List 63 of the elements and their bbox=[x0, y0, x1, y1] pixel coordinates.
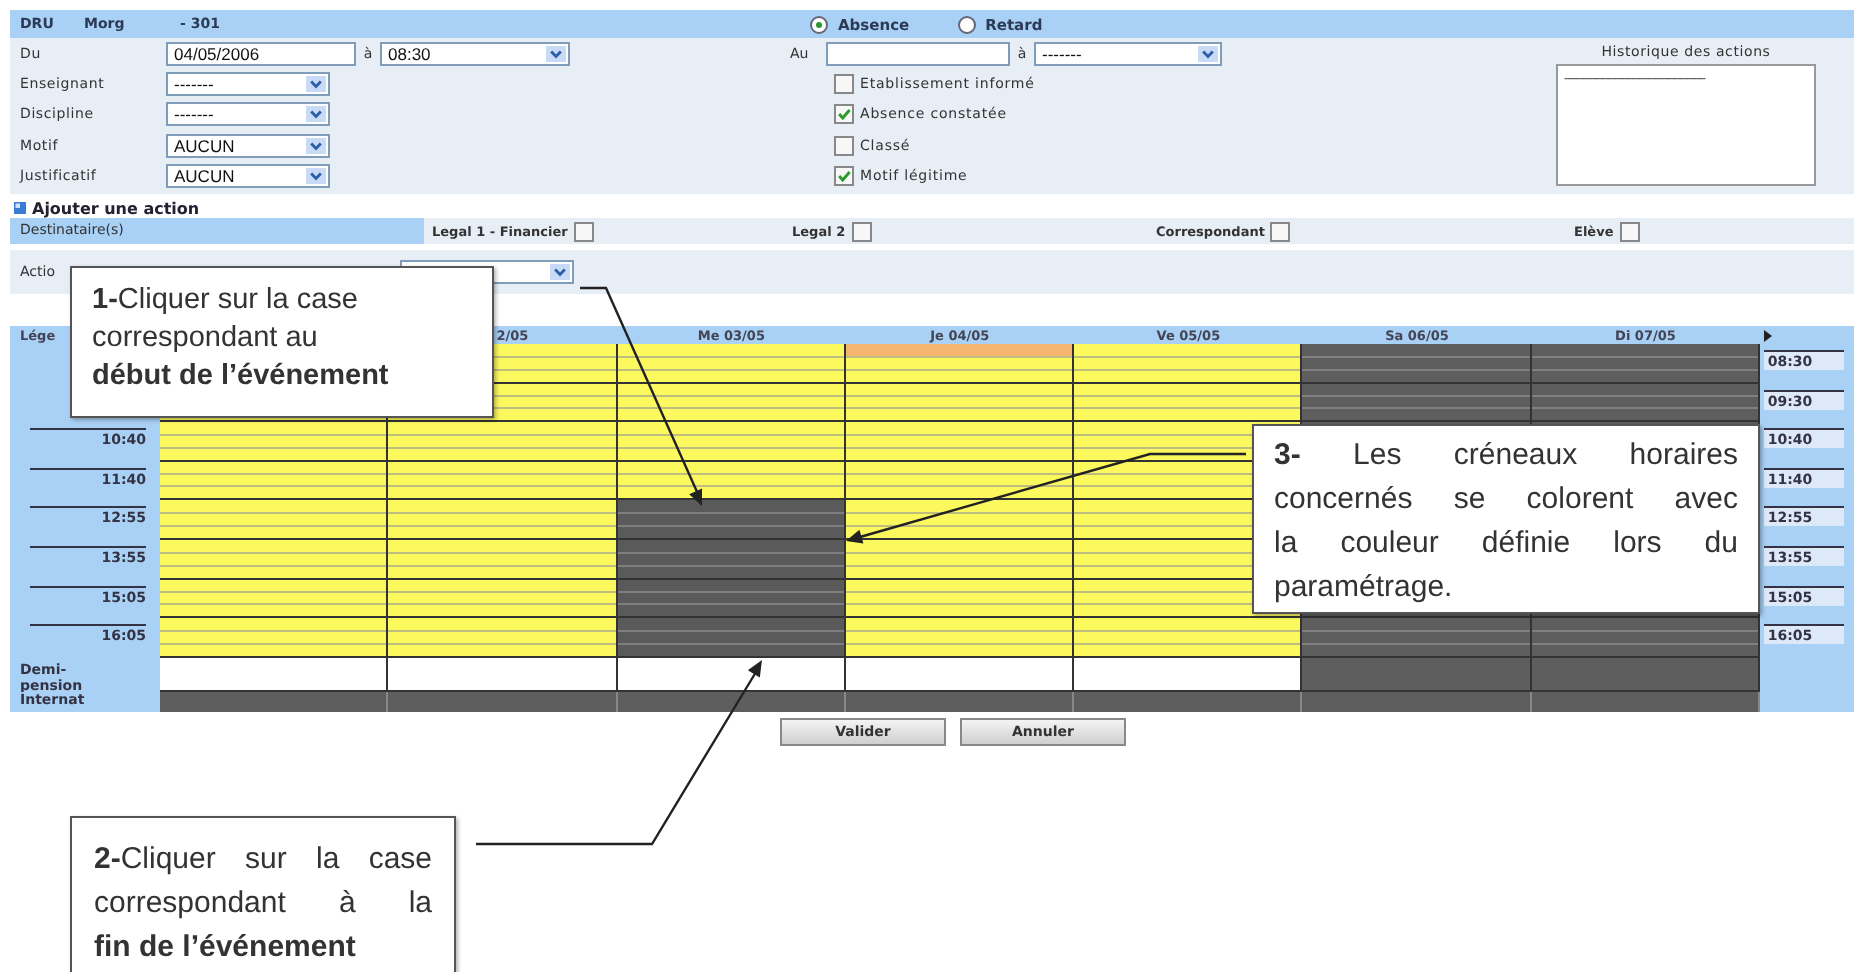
time-dropdown[interactable]: 08:30 bbox=[380, 41, 570, 66]
checkbox[interactable] bbox=[1619, 221, 1640, 241]
date-field[interactable]: 04/05/2006 bbox=[166, 41, 356, 66]
dropdown[interactable]: ------- bbox=[166, 72, 330, 97]
time-slot[interactable] bbox=[388, 500, 618, 540]
checkbox[interactable] bbox=[834, 135, 854, 156]
meal-slot[interactable] bbox=[617, 657, 846, 692]
checkbox[interactable] bbox=[851, 221, 872, 241]
chevron-icon bbox=[306, 106, 326, 123]
time-slot[interactable] bbox=[845, 500, 1075, 540]
time-slot[interactable] bbox=[160, 461, 389, 501]
checkbox[interactable] bbox=[834, 74, 854, 95]
time-slot[interactable] bbox=[617, 422, 846, 462]
callout-tooltip: 1-Cliquer sur la case correspondant au début de l’événement bbox=[70, 266, 494, 418]
time-slot[interactable] bbox=[160, 539, 389, 580]
time-slot[interactable] bbox=[388, 579, 618, 619]
checkbox[interactable] bbox=[834, 166, 854, 187]
time-slot[interactable] bbox=[388, 539, 618, 580]
dropdown[interactable]: ------- bbox=[166, 102, 330, 127]
time-slot[interactable] bbox=[617, 461, 846, 501]
checkbox[interactable] bbox=[573, 221, 594, 241]
time-slot[interactable] bbox=[617, 344, 846, 384]
chevron-icon bbox=[306, 76, 326, 93]
time-slot[interactable] bbox=[1074, 344, 1303, 384]
radio-button[interactable] bbox=[957, 15, 976, 33]
time-slot[interactable] bbox=[160, 579, 389, 619]
time-slot[interactable] bbox=[160, 500, 389, 540]
time-slot[interactable] bbox=[845, 461, 1075, 501]
time-slot[interactable] bbox=[1074, 383, 1303, 423]
time-slot[interactable] bbox=[845, 383, 1075, 423]
time-slot[interactable] bbox=[845, 422, 1075, 462]
meal-slot[interactable] bbox=[845, 657, 1075, 692]
time-dropdown[interactable]: ------- bbox=[1034, 41, 1222, 66]
callout-tooltip: 2-Cliquer sur la case correspondant à la fin de l’événement bbox=[70, 816, 456, 972]
callout-tooltip: 3- Les créneaux horaires concernés se colorent avec la couleur définie lors du paramétrage. bbox=[1252, 424, 1760, 614]
triangle-icon[interactable] bbox=[1763, 329, 1772, 341]
date-field[interactable] bbox=[826, 41, 1010, 66]
chevron-icon bbox=[550, 264, 570, 280]
dropdown[interactable]: AUCUN bbox=[166, 133, 330, 158]
time-slot[interactable] bbox=[160, 618, 389, 658]
chevron-icon bbox=[306, 137, 326, 154]
time-slot[interactable] bbox=[845, 344, 1075, 384]
checkbox[interactable] bbox=[834, 104, 854, 125]
meal-slot[interactable] bbox=[160, 657, 389, 692]
time-slot[interactable] bbox=[160, 422, 389, 462]
time-slot[interactable] bbox=[845, 539, 1075, 580]
checkbox[interactable] bbox=[1270, 221, 1291, 241]
radio-button[interactable] bbox=[810, 15, 828, 33]
dropdown[interactable]: AUCUN bbox=[166, 164, 330, 189]
time-slot[interactable] bbox=[617, 383, 846, 423]
meal-slot[interactable] bbox=[388, 657, 618, 692]
time-slot[interactable] bbox=[845, 579, 1075, 619]
time-slot[interactable] bbox=[388, 422, 618, 462]
time-slot[interactable] bbox=[388, 461, 618, 501]
meal-slot[interactable] bbox=[1074, 657, 1303, 692]
chevron-icon bbox=[546, 45, 566, 62]
section-title: Ajouter une action bbox=[32, 199, 200, 217]
square-icon bbox=[14, 202, 26, 214]
time-slot[interactable] bbox=[1074, 618, 1303, 658]
chevron-icon bbox=[306, 168, 326, 185]
time-slot[interactable] bbox=[845, 618, 1075, 658]
time-slot[interactable] bbox=[388, 618, 618, 658]
chevron-icon bbox=[1198, 45, 1218, 62]
